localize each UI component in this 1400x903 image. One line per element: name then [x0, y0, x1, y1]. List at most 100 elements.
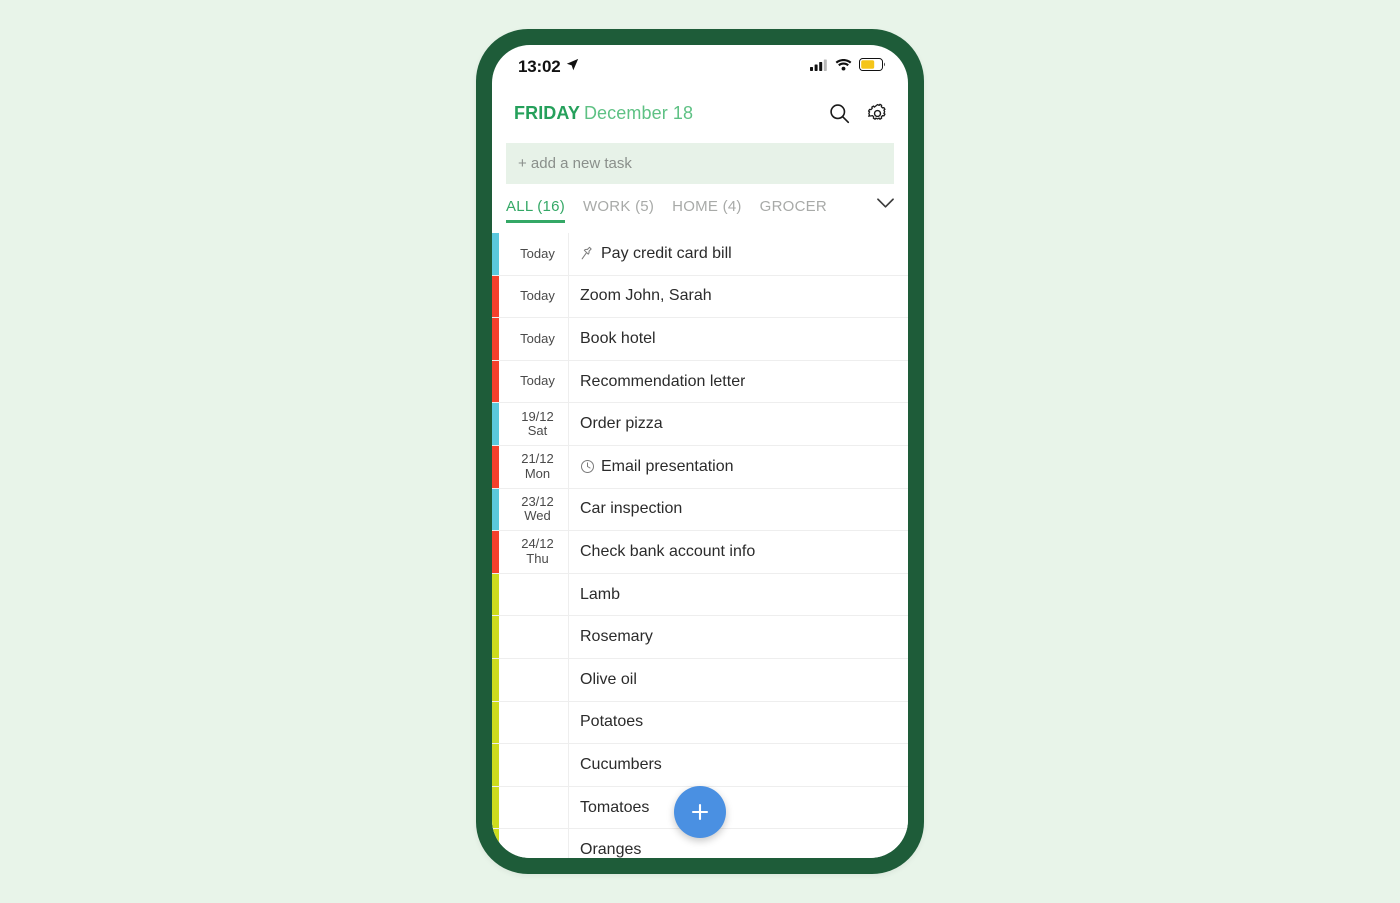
- task-row[interactable]: Lamb: [492, 573, 908, 617]
- search-icon[interactable]: [829, 103, 850, 124]
- bar-gap: [499, 531, 507, 573]
- wifi-icon: [835, 58, 852, 76]
- tab-home[interactable]: HOME (4): [672, 198, 742, 223]
- task-priority-bar: [492, 658, 499, 701]
- tab-work[interactable]: WORK (5): [583, 198, 654, 223]
- task-row[interactable]: 21/12 Mon Email presentation: [492, 445, 908, 489]
- tab-all[interactable]: ALL (16): [506, 198, 565, 223]
- add-task-field[interactable]: + add a new task: [506, 143, 894, 184]
- task-row[interactable]: Today Book hotel: [492, 318, 908, 361]
- task-date-cell: 23/12 Wed: [507, 488, 569, 531]
- phone-screen: 13:02 FRIDAY December 18 + add a new tas…: [492, 45, 908, 858]
- task-priority-bar: [492, 531, 499, 573]
- cellular-signal-icon: [810, 58, 828, 76]
- task-content-cell: Rosemary: [569, 616, 908, 658]
- task-content-cell: Email presentation: [569, 446, 908, 488]
- page-background: 13:02 FRIDAY December 18 + add a new tas…: [0, 0, 1400, 903]
- pin-icon: [580, 246, 595, 261]
- bar-gap: [499, 658, 507, 701]
- bar-gap: [499, 616, 507, 658]
- task-date-cell: [507, 786, 569, 829]
- phone-frame: 13:02 FRIDAY December 18 + add a new tas…: [476, 29, 924, 874]
- status-bar-right: [810, 58, 886, 76]
- task-date-cell: [507, 573, 569, 616]
- task-content-cell: Pay credit card bill: [569, 233, 908, 275]
- plus-icon: [691, 803, 709, 821]
- date-header: FRIDAY December 18: [514, 103, 693, 124]
- task-title: Car inspection: [580, 500, 683, 518]
- task-content-cell: Zoom John, Sarah: [569, 276, 908, 318]
- task-priority-bar: [492, 616, 499, 658]
- task-priority-bar: [492, 488, 499, 531]
- task-row[interactable]: Olive oil: [492, 658, 908, 702]
- task-title: Book hotel: [580, 329, 656, 347]
- task-date-primary: 19/12: [521, 408, 554, 424]
- task-priority-bar: [492, 403, 499, 445]
- task-date-primary: Today: [520, 288, 555, 304]
- bar-gap: [499, 275, 507, 318]
- bar-gap: [499, 829, 507, 858]
- task-row[interactable]: Cucumbers: [492, 744, 908, 787]
- task-date-cell: [507, 616, 569, 658]
- app-header: FRIDAY December 18: [492, 89, 908, 137]
- date-weekday: FRIDAY: [514, 102, 580, 123]
- task-date-primary: Today: [520, 373, 555, 389]
- task-date-cell: [507, 701, 569, 744]
- location-arrow-icon: [566, 58, 579, 76]
- status-time: 13:02: [518, 57, 561, 76]
- task-title: Pay credit card bill: [601, 244, 732, 262]
- task-date-weekday: Mon: [524, 465, 551, 481]
- task-row[interactable]: Today Zoom John, Sarah: [492, 275, 908, 319]
- task-date-cell: Today: [507, 360, 569, 403]
- task-title: Rosemary: [580, 628, 653, 646]
- filter-tabs: ALL (16) WORK (5) HOME (4) GROCER: [492, 198, 908, 233]
- task-row[interactable]: 23/12 Wed Car inspection: [492, 488, 908, 532]
- task-date-primary: Today: [520, 330, 555, 346]
- task-content-cell: Olive oil: [569, 659, 908, 701]
- task-date-cell: [507, 744, 569, 786]
- task-row[interactable]: Today Pay credit card bill: [492, 233, 908, 276]
- task-date-primary: 21/12: [521, 451, 554, 467]
- task-date-cell: 24/12 Thu: [507, 531, 569, 573]
- tab-groceries[interactable]: GROCER: [760, 198, 827, 223]
- bar-gap: [499, 233, 507, 275]
- task-row[interactable]: 24/12 Thu Check bank account info: [492, 531, 908, 574]
- bar-gap: [499, 488, 507, 531]
- status-bar-left: 13:02: [518, 57, 579, 77]
- task-list: Today Pay credit card bill Today Zoom John,…: [492, 233, 908, 858]
- add-task-fab[interactable]: [674, 786, 726, 838]
- task-priority-bar: [492, 233, 499, 275]
- task-row[interactable]: Rosemary: [492, 616, 908, 659]
- task-content-cell: Lamb: [569, 574, 908, 616]
- task-title: Olive oil: [580, 670, 637, 688]
- task-content-cell: Book hotel: [569, 318, 908, 360]
- task-priority-bar: [492, 829, 499, 858]
- task-content-cell: Recommendation letter: [569, 361, 908, 403]
- task-priority-bar: [492, 573, 499, 616]
- task-title: Lamb: [580, 585, 621, 603]
- task-content-cell: Order pizza: [569, 403, 908, 445]
- task-priority-bar: [492, 786, 499, 829]
- task-priority-bar: [492, 275, 499, 318]
- task-title: Recommendation letter: [580, 372, 746, 390]
- task-row[interactable]: Today Recommendation letter: [492, 360, 908, 404]
- task-title: Oranges: [580, 841, 642, 858]
- task-title: Check bank account info: [580, 542, 756, 560]
- bar-gap: [499, 701, 507, 744]
- task-date-cell: [507, 829, 569, 858]
- clock-icon: [580, 459, 595, 474]
- task-row[interactable]: Potatoes: [492, 701, 908, 745]
- bar-gap: [499, 318, 507, 360]
- task-content-cell: Oranges: [569, 829, 908, 858]
- task-date-primary: Today: [520, 245, 555, 261]
- bar-gap: [499, 744, 507, 786]
- task-priority-bar: [492, 445, 499, 488]
- task-date-cell: 21/12 Mon: [507, 445, 569, 488]
- task-priority-bar: [492, 318, 499, 360]
- task-date-weekday: Thu: [526, 550, 549, 566]
- gear-icon[interactable]: [867, 103, 888, 124]
- task-row[interactable]: 19/12 Sat Order pizza: [492, 403, 908, 446]
- chevron-down-icon[interactable]: [877, 198, 894, 215]
- task-content-cell: Check bank account info: [569, 531, 908, 573]
- task-date-weekday: Wed: [524, 508, 551, 524]
